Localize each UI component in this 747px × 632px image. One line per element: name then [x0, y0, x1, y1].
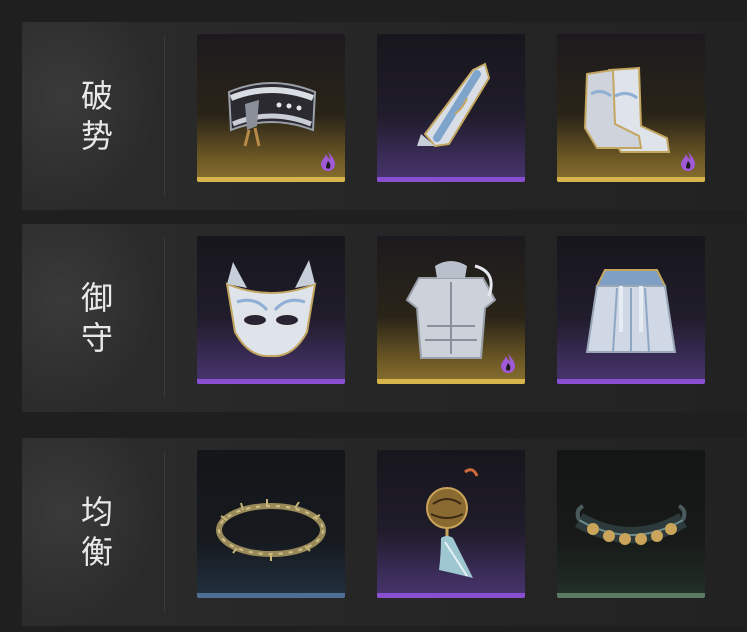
equipment-slot-thorn-ring[interactable]	[197, 450, 345, 598]
divider	[164, 238, 165, 398]
equipment-slot-mask[interactable]	[197, 236, 345, 384]
rarity-bar	[197, 379, 345, 384]
mask-icon	[225, 260, 317, 358]
equipment-row-junheng: 均 衡	[22, 438, 747, 626]
equipment-slot-skirt-armor[interactable]	[557, 236, 705, 384]
bell-pendant-icon	[426, 468, 479, 578]
row-label: 御 守	[62, 278, 132, 358]
rarity-bar	[557, 593, 705, 598]
divider	[164, 36, 165, 196]
equipment-row-poshi: 破 势	[22, 22, 747, 210]
rarity-bar	[377, 593, 525, 598]
rarity-bar	[557, 177, 705, 182]
flame-icon	[501, 353, 515, 373]
rarity-bar	[197, 593, 345, 598]
flame-icon	[321, 151, 335, 171]
row-label: 破 势	[62, 76, 132, 156]
row-label-char: 御	[80, 279, 113, 317]
row-label-char: 衡	[80, 533, 113, 571]
rarity-bar	[557, 379, 705, 384]
thorn-ring-icon	[216, 499, 326, 561]
studded-collar-icon	[575, 504, 687, 545]
equipment-slot-boots[interactable]	[557, 34, 705, 182]
row-label-char: 破	[80, 77, 113, 115]
skirt-armor-icon	[585, 269, 677, 353]
equipment-row-yushou: 御 守	[22, 224, 747, 412]
equipment-slot-chest-armor[interactable]	[377, 236, 525, 384]
divider	[164, 452, 165, 612]
equipment-slot-studded-collar[interactable]	[557, 450, 705, 598]
bracer-icon	[417, 62, 491, 148]
rarity-bar	[377, 177, 525, 182]
rarity-bar	[377, 379, 525, 384]
row-label-char: 势	[80, 117, 113, 155]
equipment-slot-belt[interactable]	[197, 34, 345, 182]
flame-icon	[681, 151, 695, 171]
row-label-char: 守	[80, 319, 113, 357]
rarity-bar	[197, 177, 345, 182]
row-label-char: 均	[80, 493, 113, 531]
equipment-slot-bell-pendant[interactable]	[377, 450, 525, 598]
row-label: 均 衡	[62, 492, 132, 572]
equipment-slot-bracer[interactable]	[377, 34, 525, 182]
